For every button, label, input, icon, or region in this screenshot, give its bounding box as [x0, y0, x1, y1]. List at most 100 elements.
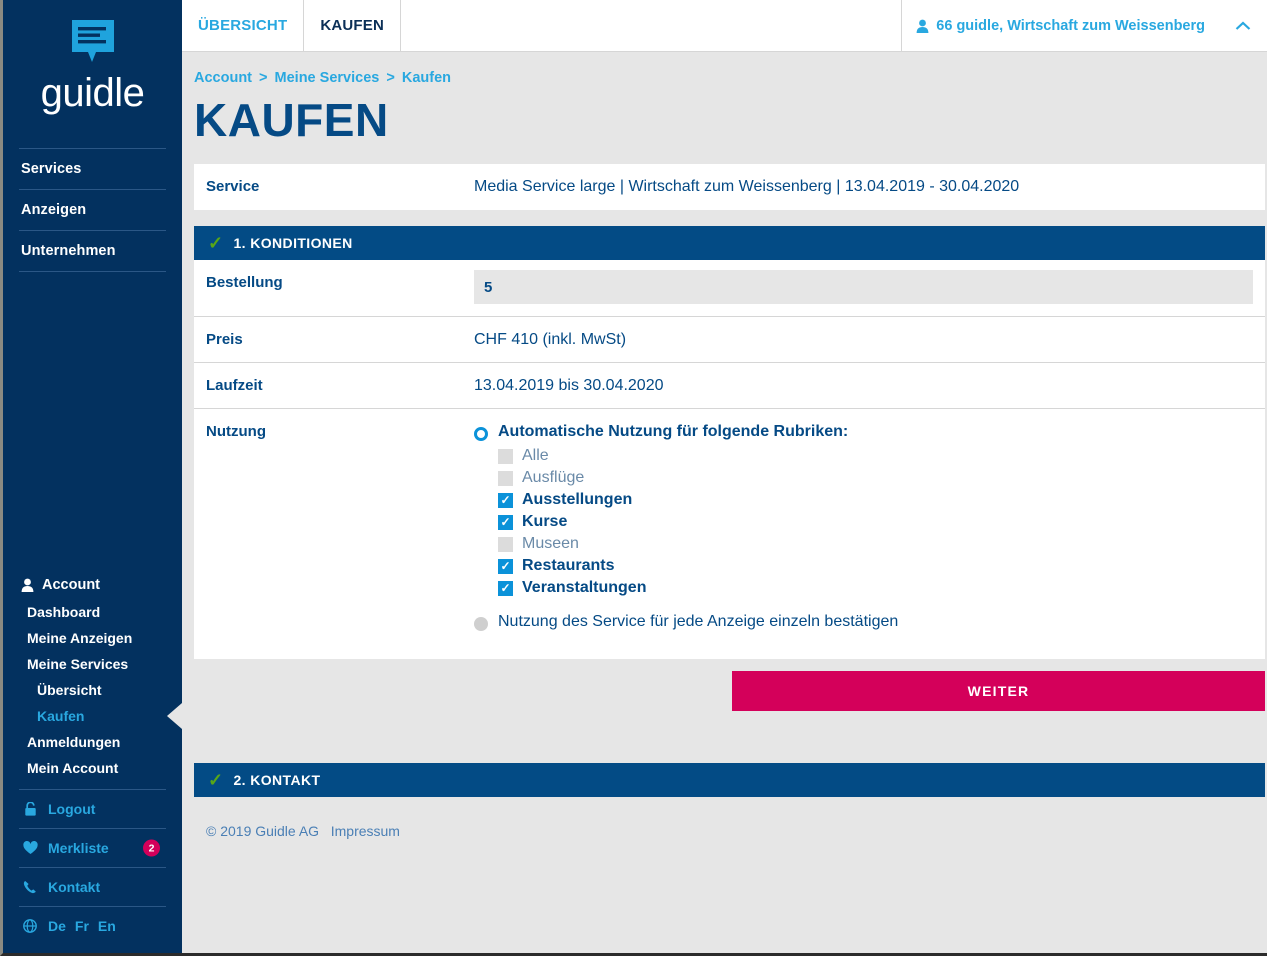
section-header-kontakt-label: 2. KONTAKT	[233, 772, 321, 788]
phone-icon	[22, 880, 38, 894]
sidebar-item-meine-anzeigen[interactable]: Meine Anzeigen	[19, 625, 166, 651]
radio-unselected-icon	[474, 617, 488, 631]
sidebar-utilities: Logout Merkliste 2 Kontakt De Fr En	[19, 789, 166, 945]
heart-icon	[22, 841, 38, 855]
topbar-spacer	[401, 0, 903, 51]
speech-bubble-icon	[71, 20, 114, 62]
nutzung-label: Nutzung	[206, 423, 266, 440]
checkbox-museen[interactable]	[498, 536, 513, 552]
sidebar-top-nav: Services Anzeigen Unternehmen	[19, 148, 166, 272]
checkbox-kurse-label: Kurse	[522, 513, 568, 530]
checkbox-restaurants-label: Restaurants	[522, 557, 615, 574]
breadcrumb-item-account[interactable]: Account	[194, 70, 252, 86]
lock-icon	[22, 802, 38, 816]
chevron-up-icon	[1235, 21, 1251, 30]
sidebar-item-merkliste[interactable]: Merkliste 2	[19, 828, 166, 867]
sidebar-language-switcher[interactable]: De Fr En	[19, 906, 166, 945]
checkbox-veranstaltungen-label: Veranstaltungen	[522, 579, 647, 596]
tab-kaufen[interactable]: KAUFEN	[304, 0, 402, 51]
row-preis: Preis CHF 410 (inkl. MwSt)	[194, 317, 1265, 363]
section-header-konditionen[interactable]: ✓ 1. KONDITIONEN	[194, 226, 1265, 260]
sidebar-item-dashboard[interactable]: Dashboard	[19, 599, 166, 625]
user-icon	[916, 19, 929, 33]
sidebar-item-anzeigen[interactable]: Anzeigen	[19, 189, 166, 230]
radio-einzeln-bestaetigen-label: Nutzung des Service für jede Anzeige ein…	[498, 613, 899, 630]
sidebar-item-mein-account[interactable]: Mein Account	[19, 755, 166, 781]
sidebar-item-kontakt-label: Kontakt	[48, 879, 101, 895]
laufzeit-label: Laufzeit	[206, 377, 263, 394]
service-row-value: Media Service large | Wirtschaft zum Wei…	[474, 178, 1020, 195]
checkbox-row-veranstaltungen[interactable]: ✓ Veranstaltungen	[498, 577, 1253, 599]
checkbox-alle[interactable]	[498, 448, 513, 464]
checkbox-museen-label: Museen	[522, 535, 579, 552]
top-bar: ÜBERSICHT KAUFEN 66 guidle, Wirtschaft z…	[182, 0, 1267, 52]
section-header-konditionen-label: 1. KONDITIONEN	[233, 235, 353, 251]
footer: © 2019 Guidle AG Impressum	[194, 797, 1265, 839]
weiter-button[interactable]: WEITER	[732, 671, 1265, 711]
sidebar-item-unternehmen[interactable]: Unternehmen	[19, 230, 166, 272]
laufzeit-value: 13.04.2019 bis 30.04.2020	[474, 377, 664, 394]
sidebar-item-kontakt[interactable]: Kontakt	[19, 867, 166, 906]
checkbox-row-ausstellungen[interactable]: ✓ Ausstellungen	[498, 489, 1253, 511]
preis-label: Preis	[206, 331, 243, 348]
checkbox-row-alle[interactable]: Alle	[498, 445, 1253, 467]
sidebar-item-kaufen[interactable]: Kaufen	[19, 703, 182, 729]
globe-icon	[22, 919, 38, 933]
checkbox-ausfluege-label: Ausflüge	[522, 469, 585, 486]
radio-einzeln-bestaetigen[interactable]: Nutzung des Service für jede Anzeige ein…	[474, 613, 1253, 631]
check-icon: ✓	[208, 770, 224, 790]
checkbox-ausfluege[interactable]	[498, 470, 513, 486]
panel-gap	[194, 210, 1265, 226]
purchase-panel: Service Media Service large | Wirtschaft…	[194, 164, 1265, 839]
rubriken-checkbox-list: Alle Ausflüge ✓ Ausstellungen ✓ Kurse Mu…	[498, 445, 1253, 599]
brand-logo[interactable]: guidle	[3, 0, 182, 116]
panel-gap-2	[194, 711, 1265, 763]
preis-value: CHF 410 (inkl. MwSt)	[474, 331, 627, 348]
sidebar-item-anmeldungen[interactable]: Anmeldungen	[19, 729, 166, 755]
row-laufzeit: Laufzeit 13.04.2019 bis 30.04.2020	[194, 363, 1265, 409]
checkbox-restaurants[interactable]: ✓	[498, 558, 513, 574]
radio-automatische-nutzung[interactable]: Automatische Nutzung für folgende Rubrik…	[474, 423, 1253, 441]
page-content: Account > Meine Services > Kaufen KAUFEN…	[182, 52, 1267, 953]
sidebar: guidle Services Anzeigen Unternehmen Acc…	[3, 0, 182, 953]
lang-fr[interactable]: Fr	[75, 918, 89, 934]
sidebar-item-services[interactable]: Services	[19, 148, 166, 189]
bestellung-label: Bestellung	[206, 274, 283, 291]
checkbox-alle-label: Alle	[522, 447, 549, 464]
page-title: KAUFEN	[194, 94, 389, 146]
check-icon: ✓	[208, 233, 224, 253]
checkbox-row-ausfluege[interactable]: Ausflüge	[498, 467, 1253, 489]
collapse-toggle[interactable]	[1219, 0, 1267, 51]
row-bestellung: Bestellung	[194, 260, 1265, 317]
sidebar-item-meine-services[interactable]: Meine Services	[19, 651, 166, 677]
radio-selected-icon	[474, 427, 488, 441]
sidebar-item-uebersicht[interactable]: Übersicht	[19, 677, 166, 703]
breadcrumb-item-meine-services[interactable]: Meine Services	[275, 70, 380, 86]
checkbox-row-museen[interactable]: Museen	[498, 533, 1253, 555]
checkbox-veranstaltungen[interactable]: ✓	[498, 580, 513, 596]
breadcrumb: Account > Meine Services > Kaufen	[182, 52, 1267, 86]
service-row: Service Media Service large | Wirtschaft…	[194, 164, 1265, 210]
bestellung-input[interactable]	[474, 270, 1253, 304]
merkliste-count-badge: 2	[143, 839, 160, 857]
user-account-button[interactable]: 66 guidle, Wirtschaft zum Weissenberg	[902, 0, 1219, 51]
checkbox-row-kurse[interactable]: ✓ Kurse	[498, 511, 1253, 533]
radio-automatische-nutzung-label: Automatische Nutzung für folgende Rubrik…	[498, 423, 849, 440]
sidebar-item-logout[interactable]: Logout	[19, 789, 166, 828]
footer-impressum-link[interactable]: Impressum	[331, 823, 400, 839]
checkbox-kurse[interactable]: ✓	[498, 514, 513, 530]
language-links: De Fr En	[48, 918, 116, 934]
checkbox-row-restaurants[interactable]: ✓ Restaurants	[498, 555, 1253, 577]
breadcrumb-item-kaufen[interactable]: Kaufen	[402, 70, 451, 86]
lang-de[interactable]: De	[48, 918, 66, 934]
application-window: guidle Services Anzeigen Unternehmen Acc…	[0, 0, 1267, 956]
section-header-kontakt[interactable]: ✓ 2. KONTAKT	[194, 763, 1265, 797]
breadcrumb-separator: >	[386, 70, 395, 86]
checkbox-ausstellungen-label: Ausstellungen	[522, 491, 633, 508]
tab-uebersicht[interactable]: ÜBERSICHT	[182, 0, 305, 51]
checkbox-ausstellungen[interactable]: ✓	[498, 492, 513, 508]
footer-copyright: © 2019 Guidle AG	[206, 823, 320, 839]
action-bar: WEITER	[194, 659, 1265, 711]
lang-en[interactable]: En	[98, 918, 116, 934]
sidebar-account-heading[interactable]: Account	[19, 574, 166, 599]
